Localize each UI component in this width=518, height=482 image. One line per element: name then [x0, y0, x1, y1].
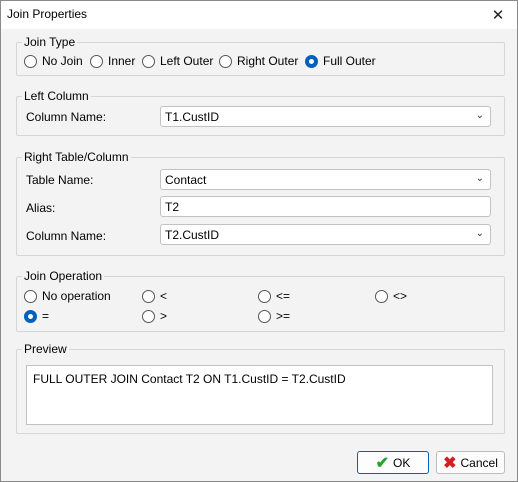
x-icon: ✖	[443, 454, 457, 472]
radio-label: Inner	[108, 54, 136, 68]
radio-label: <>	[393, 289, 408, 303]
radio-label: Right Outer	[237, 54, 299, 68]
alias-label: Alias:	[26, 201, 56, 215]
checkmark-icon: ✔	[375, 454, 390, 472]
radio-icon	[90, 54, 103, 68]
radio-left-outer[interactable]: Left Outer	[142, 54, 213, 68]
radio-equal[interactable]: =	[24, 309, 49, 323]
radio-greater-than[interactable]: >	[142, 309, 167, 323]
preview-group: Preview FULL OUTER JOIN Contact T2 ON T1…	[16, 342, 505, 434]
left-column-select[interactable]: T1.CustID ⌄	[160, 106, 491, 127]
right-column-name-label: Column Name:	[26, 229, 107, 243]
join-properties-dialog: Join Properties ✕ Join Type No Join Inne…	[0, 0, 518, 482]
radio-selected-icon	[24, 309, 37, 323]
ok-button[interactable]: ✔ OK	[357, 451, 429, 474]
radio-label: <=	[276, 289, 291, 303]
radio-icon	[375, 289, 388, 303]
radio-icon	[142, 289, 155, 303]
radio-label: Left Outer	[160, 54, 214, 68]
radio-label: =	[42, 309, 50, 323]
preview-legend: Preview	[22, 342, 69, 356]
radio-icon	[142, 309, 155, 323]
join-type-group: Join Type No Join Inner Left Outer Right…	[16, 35, 505, 76]
radio-less-than[interactable]: <	[142, 289, 167, 303]
radio-label: No Join	[42, 54, 83, 68]
radio-label: No operation	[42, 289, 111, 303]
cancel-label: Cancel	[460, 455, 498, 470]
join-operation-legend: Join Operation	[22, 269, 105, 283]
radio-not-equal[interactable]: <>	[375, 289, 407, 303]
right-column-select[interactable]: T2.CustID ⌄	[160, 224, 491, 245]
alias-value: T2	[165, 200, 180, 214]
chevron-down-icon: ⌄	[475, 173, 484, 184]
alias-input[interactable]: T2	[160, 196, 491, 217]
radio-selected-icon	[305, 54, 318, 68]
close-icon[interactable]: ✕	[485, 3, 511, 27]
radio-label: >=	[276, 309, 291, 323]
radio-icon	[258, 309, 271, 323]
join-operation-group: Join Operation No operation < <= <> = > …	[16, 269, 505, 332]
preview-text: FULL OUTER JOIN Contact T2 ON T1.CustID …	[33, 372, 346, 386]
radio-icon	[24, 54, 37, 68]
radio-right-outer[interactable]: Right Outer	[219, 54, 298, 68]
right-table-group: Right Table/Column Table Name: Contact ⌄…	[16, 150, 505, 256]
radio-label: Full Outer	[323, 54, 376, 68]
right-table-legend: Right Table/Column	[22, 150, 131, 164]
preview-textbox[interactable]: FULL OUTER JOIN Contact T2 ON T1.CustID …	[26, 365, 493, 425]
radio-full-outer[interactable]: Full Outer	[305, 54, 376, 68]
chevron-down-icon: ⌄	[475, 110, 484, 121]
radio-inner[interactable]: Inner	[90, 54, 135, 68]
radio-icon	[142, 54, 155, 68]
chevron-down-icon: ⌄	[475, 228, 484, 239]
radio-icon	[219, 54, 232, 68]
right-column-value: T2.CustID	[165, 228, 220, 242]
radio-label: >	[160, 309, 168, 323]
left-column-name-label: Column Name:	[26, 110, 107, 124]
radio-no-join[interactable]: No Join	[24, 54, 83, 68]
left-column-group: Left Column Column Name: T1.CustID ⌄	[16, 89, 505, 136]
left-column-legend: Left Column	[22, 89, 91, 103]
table-name-value: Contact	[165, 173, 207, 187]
radio-icon	[24, 289, 37, 303]
title-bar: Join Properties ✕	[1, 1, 517, 29]
cancel-button[interactable]: ✖ Cancel	[436, 451, 505, 474]
radio-less-equal[interactable]: <=	[258, 289, 290, 303]
ok-label: OK	[393, 455, 411, 470]
radio-icon	[258, 289, 271, 303]
join-type-legend: Join Type	[22, 35, 78, 49]
left-column-value: T1.CustID	[165, 110, 220, 124]
radio-no-operation[interactable]: No operation	[24, 289, 111, 303]
table-name-select[interactable]: Contact ⌄	[160, 169, 491, 190]
radio-label: <	[160, 289, 168, 303]
radio-greater-equal[interactable]: >=	[258, 309, 290, 323]
window-title: Join Properties	[7, 7, 88, 21]
table-name-label: Table Name:	[26, 173, 94, 187]
